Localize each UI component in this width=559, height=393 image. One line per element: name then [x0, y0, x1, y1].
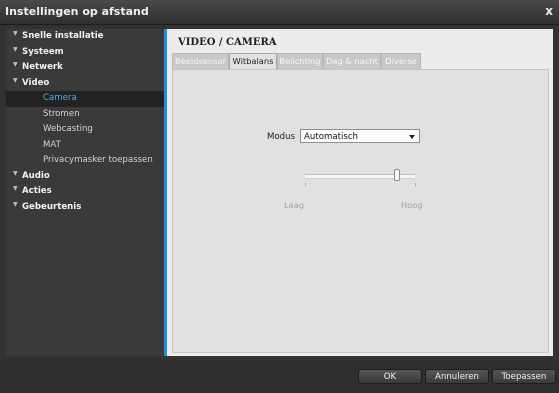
triangle-down-icon: ▼ — [13, 45, 18, 53]
sidebar-item-label: Gebeurtenis — [22, 201, 82, 212]
sidebar-item-label: Video — [22, 77, 50, 88]
sidebar-item-snelle-installatie[interactable]: ▼ Snelle installatie — [6, 29, 164, 45]
white-balance-slider-thumb[interactable] — [394, 169, 401, 181]
tab-panel-witbalans: Modus Automatisch Laag Hoog — [172, 69, 549, 353]
modus-label: Modus — [267, 132, 296, 142]
sidebar-item-video[interactable]: ▼ Video — [6, 76, 164, 92]
sidebar-item-netwerk[interactable]: ▼ Netwerk — [6, 60, 164, 76]
triangle-down-icon: ▼ — [13, 200, 18, 208]
ok-button[interactable]: OK — [358, 369, 422, 384]
modus-select[interactable]: Automatisch — [300, 129, 420, 143]
sidebar-item-label: Netwerk — [22, 62, 63, 72]
slider-min-label: Laag — [284, 200, 305, 210]
sidebar-item-mat[interactable]: MAT — [6, 138, 164, 154]
tab-beeldsensor[interactable]: Beeldsensor — [172, 53, 229, 69]
triangle-down-icon: ▼ — [13, 30, 18, 37]
triangle-down-icon: ▼ — [13, 169, 18, 177]
sidebar-item-acties[interactable]: ▼ Acties — [6, 184, 164, 200]
slider-tick-min — [305, 183, 306, 186]
dropdown-arrow-icon — [409, 135, 415, 139]
sidebar: ▼ Snelle installatie ▼ Systeem ▼ Netwerk ▼ V… — [6, 29, 164, 356]
sidebar-item-label: Snelle installatie — [22, 31, 104, 41]
tab-witbalans[interactable]: Witbalans — [229, 53, 277, 70]
sidebar-item-webcasting[interactable]: Webcasting — [6, 122, 164, 138]
sidebar-item-gebeurtenis[interactable]: ▼ Gebeurtenis — [6, 200, 164, 216]
slider-max-label: Hoog — [401, 200, 423, 210]
sidebar-item-stromen[interactable]: Stromen — [6, 107, 164, 123]
sidebar-item-label: Stromen — [43, 108, 80, 119]
sidebar-item-label: Audio — [22, 170, 50, 181]
sidebar-item-label: Webcasting — [43, 124, 93, 134]
tab-belichting[interactable]: Belichting — [277, 53, 323, 69]
page-title: VIDEO / CAMERA — [178, 37, 277, 48]
triangle-down-icon: ▼ — [13, 76, 18, 84]
sidebar-item-systeem[interactable]: ▼ Systeem — [6, 45, 164, 61]
modus-selected-value: Automatisch — [304, 132, 358, 142]
sidebar-menu: ▼ Snelle installatie ▼ Systeem ▼ Netwerk ▼ V… — [6, 29, 164, 215]
sidebar-item-label: Camera — [43, 93, 77, 103]
sidebar-item-label: Privacymasker toepassen — [43, 155, 153, 165]
sidebar-item-label: MAT — [43, 139, 61, 150]
apply-button[interactable]: Toepassen — [492, 369, 556, 384]
sidebar-item-label: Systeem — [22, 46, 64, 57]
close-icon[interactable]: x — [545, 5, 553, 17]
content-panel: VIDEO / CAMERA Beeldsensor Witbalans Bel… — [167, 29, 553, 356]
tab-dag-en-nacht[interactable]: Dag & nacht — [323, 53, 381, 69]
sidebar-item-label: Acties — [22, 186, 52, 196]
slider-tick-max — [415, 183, 416, 186]
title-bar: Instellingen op afstand x — [0, 0, 559, 25]
cancel-button[interactable]: Annuleren — [425, 369, 489, 384]
sidebar-item-audio[interactable]: ▼ Audio — [6, 169, 164, 185]
settings-window: Instellingen op afstand x ▼ Snelle instal… — [0, 0, 559, 393]
triangle-down-icon: ▼ — [13, 185, 18, 192]
sidebar-item-camera[interactable]: Camera — [6, 91, 164, 107]
sidebar-item-privacymasker[interactable]: Privacymasker toepassen — [6, 153, 164, 169]
triangle-down-icon: ▼ — [13, 61, 18, 68]
tab-diverse[interactable]: Diverse — [381, 53, 421, 69]
window-title: Instellingen op afstand — [5, 5, 149, 18]
